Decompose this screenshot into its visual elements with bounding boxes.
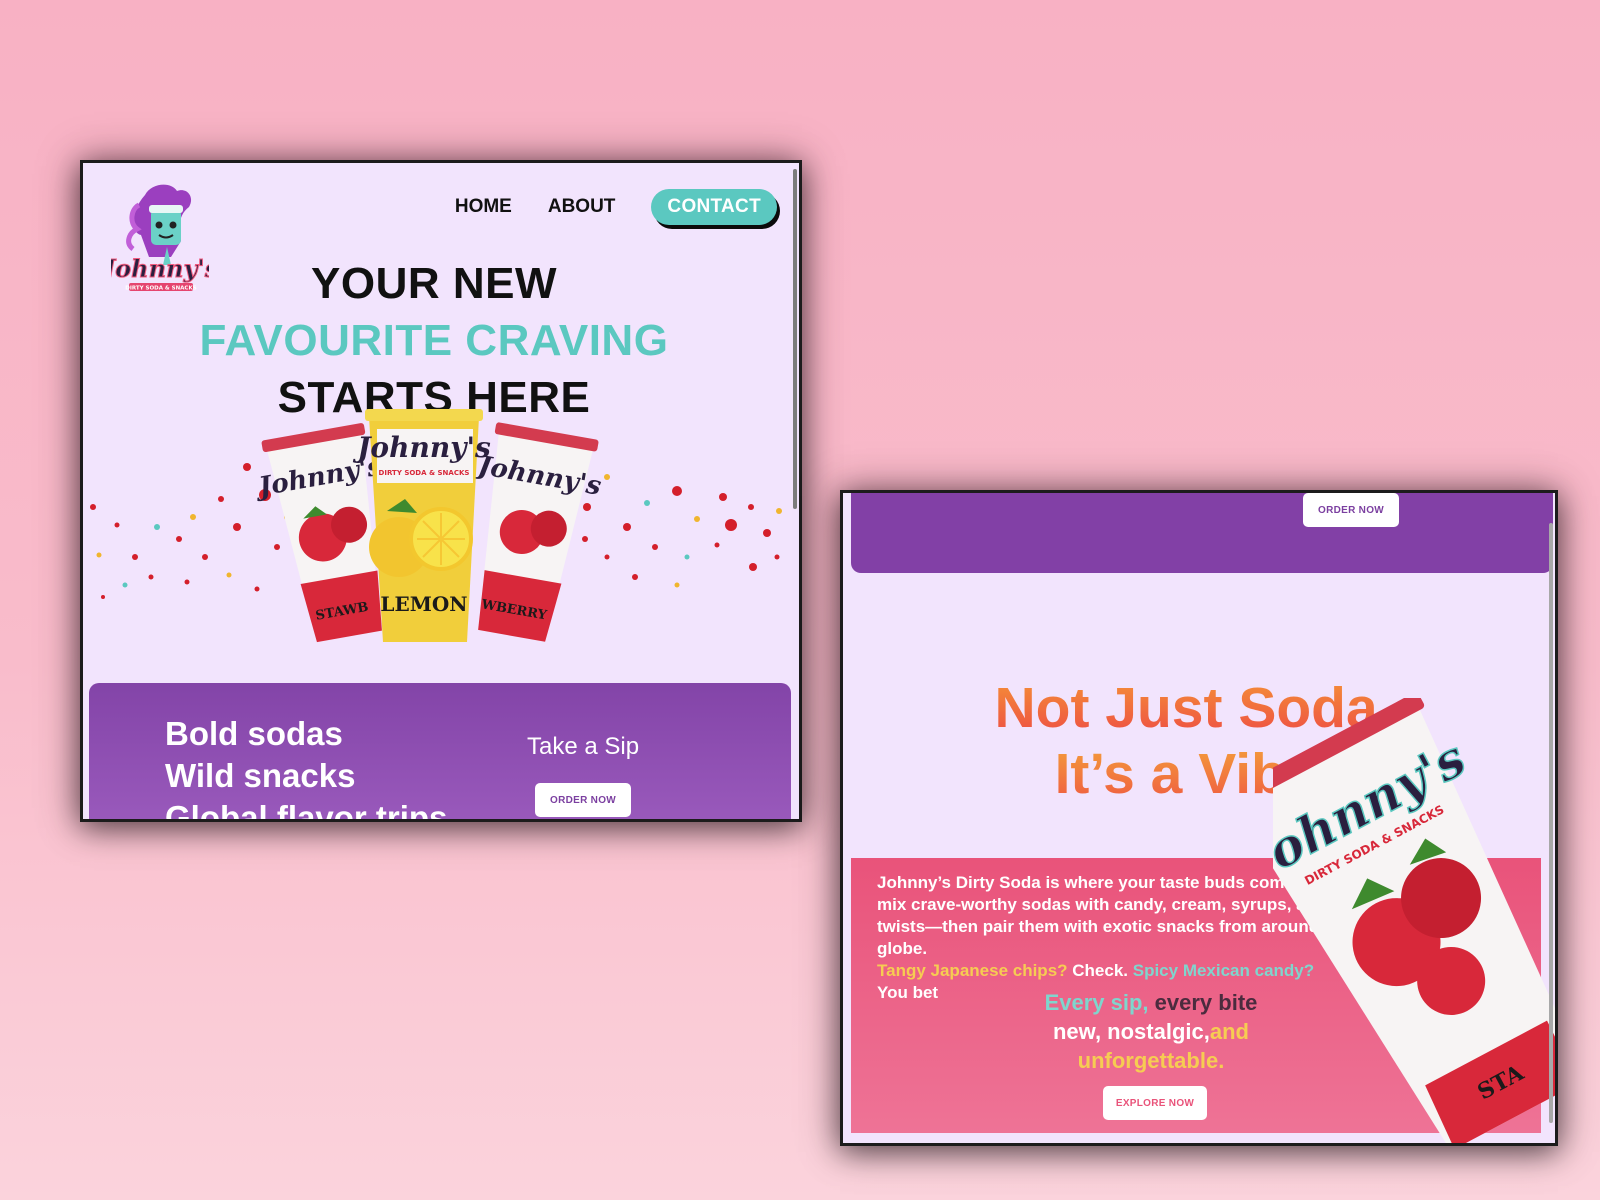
promo-lines: Bold sodas Wild snacks Global flavor tri… [165, 713, 448, 822]
tagline-every-sip: Every sip, [1044, 990, 1149, 1015]
tagline-and: and [1209, 1019, 1249, 1044]
hero-cups-image: Johnny's STAWB Johnny's WBERRY Johnny's … [90, 409, 782, 643]
about-window: ORDER NOW Not Just Soda, It’s a Vibe. Jo… [840, 490, 1558, 1146]
hero-heading: YOUR NEW FAVOURITE CRAVING STARTS HERE [83, 255, 785, 426]
tilted-cup-image: Johnny's DIRTY SODA & SNACKS STA [1273, 698, 1555, 1143]
promo-line: Wild snacks [165, 757, 356, 794]
nav-home[interactable]: HOME [455, 196, 512, 218]
order-now-button[interactable]: ORDER NOW [535, 783, 631, 817]
hero-line-1: YOUR NEW [311, 259, 557, 308]
promo-banner: Bold sodas Wild snacks Global flavor tri… [89, 683, 791, 822]
center-cup-brand: Johnny's [352, 431, 491, 464]
promo-line: Global flavor trips [165, 799, 448, 822]
main-nav: HOME ABOUT CONTACT [455, 189, 777, 225]
about-you-bet: You bet [877, 983, 939, 1002]
about-check: Check. [1067, 961, 1133, 980]
promo-line: Bold sodas [165, 715, 343, 752]
nav-about[interactable]: ABOUT [548, 196, 616, 218]
tagline-unforgettable: unforgettable. [1077, 1048, 1225, 1073]
nav-contact-button[interactable]: CONTACT [651, 189, 777, 225]
take-a-sip-text: Take a Sip [527, 733, 640, 760]
center-cup-label: LEMON [380, 592, 467, 616]
hero-line-2: FAVOURITE CRAVING [199, 316, 669, 365]
scrollbar[interactable] [793, 169, 797, 509]
order-banner: ORDER NOW [851, 493, 1553, 573]
about-tangy: Tangy Japanese chips? [877, 961, 1068, 980]
tagline-new: new, nostalgic, [1052, 1019, 1210, 1044]
tagline-every-bite: every bite [1148, 990, 1258, 1015]
order-now-button[interactable]: ORDER NOW [1303, 493, 1399, 527]
scrollbar[interactable] [1549, 523, 1553, 1123]
tagline: Every sip, every bite new, nostalgic,and… [1001, 988, 1301, 1075]
explore-now-button[interactable]: EXPLORE NOW [1103, 1086, 1207, 1120]
homepage-window: Johnny's DIRTY SODA & SNACKS HOME ABOUT … [80, 160, 802, 822]
center-cup-sub: DIRTY SODA & SNACKS [379, 469, 470, 477]
